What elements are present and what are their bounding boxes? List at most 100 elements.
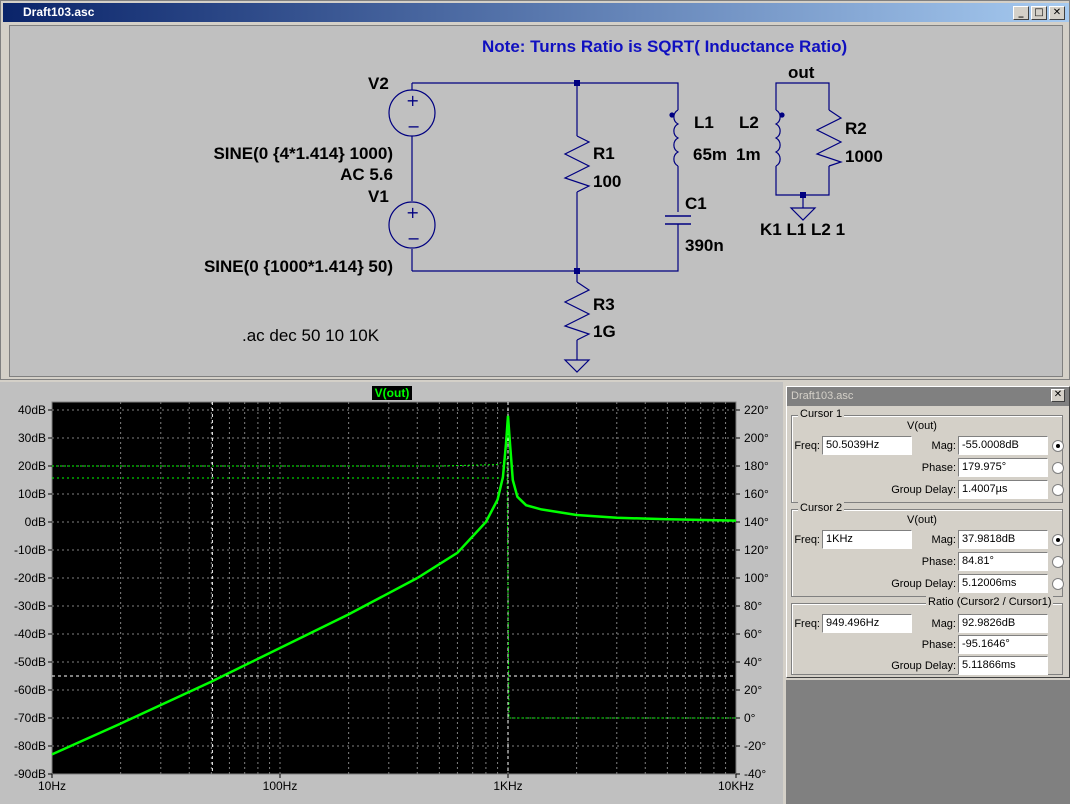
- cursor1-gd-radio[interactable]: [1052, 484, 1064, 496]
- left-tick-label: 10dB: [18, 487, 46, 501]
- r3-value[interactable]: 1G: [593, 322, 616, 341]
- svg-text:+: +: [406, 203, 419, 222]
- r2-value[interactable]: 1000: [845, 147, 883, 166]
- cursor2-mag-label: Mag:: [931, 534, 956, 546]
- right-tick-label: 160°: [744, 487, 769, 501]
- v1-name[interactable]: V1: [368, 187, 389, 206]
- cursor2-label: Cursor 2: [798, 502, 845, 514]
- l1-name[interactable]: L1: [694, 113, 714, 132]
- cursor1-phase-radio[interactable]: [1052, 462, 1064, 474]
- ratio-gd-field[interactable]: 5.11866ms: [958, 656, 1048, 675]
- cursor2-phase-label: Phase:: [921, 556, 956, 568]
- cursor2-freq-field[interactable]: 1KHz: [822, 530, 912, 549]
- c1-name[interactable]: C1: [685, 194, 707, 213]
- close-button[interactable]: ✕: [1049, 6, 1065, 20]
- v2-ac-value[interactable]: AC 5.6: [340, 165, 393, 184]
- note-text[interactable]: Note: Turns Ratio is SQRT( Inductance Ra…: [482, 37, 847, 56]
- cursor1-mag-radio[interactable]: [1052, 440, 1064, 452]
- ratio-phase-field[interactable]: -95.1646°: [958, 635, 1048, 654]
- left-tick-label: -60dB: [14, 683, 46, 697]
- ground-symbol: [563, 359, 591, 373]
- l2-value[interactable]: 1m: [736, 145, 761, 164]
- waveform-window[interactable]: 40dB 30dB 20dB 10dB 0dB -10dB -20dB -30dB -40dB -…: [0, 382, 783, 804]
- ratio-group: Ratio (Cursor2 / Cursor1) Freq: 949.496H…: [791, 596, 1063, 675]
- resistor-r2[interactable]: [815, 109, 843, 167]
- svg-text:−: −: [407, 229, 420, 248]
- left-tick-label: -70dB: [14, 711, 46, 725]
- cursor2-gd-radio[interactable]: [1052, 578, 1064, 590]
- cursor2-phase-field[interactable]: 84.81°: [958, 552, 1048, 571]
- right-tick-label: 220°: [744, 403, 769, 417]
- ratio-phase-label: Phase:: [921, 639, 956, 651]
- cursor1-trace: V(out): [907, 420, 937, 432]
- right-tick-label: 200°: [744, 431, 769, 445]
- right-tick-label: 100°: [744, 571, 769, 585]
- cursor1-mag-field[interactable]: -55.0008dB: [958, 436, 1048, 455]
- r2-name[interactable]: R2: [845, 119, 867, 138]
- r1-name[interactable]: R1: [593, 144, 615, 163]
- waveform-plot[interactable]: 40dB 30dB 20dB 10dB 0dB -10dB -20dB -30dB -40dB -…: [0, 382, 783, 804]
- svg-text:−: −: [407, 117, 420, 136]
- capacitor-c1[interactable]: [665, 215, 691, 230]
- cursor1-freq-field[interactable]: 50.5039Hz: [822, 436, 912, 455]
- net-label-out[interactable]: out: [788, 63, 815, 82]
- v2-name[interactable]: V2: [368, 74, 389, 93]
- cursor2-trace: V(out): [907, 514, 937, 526]
- right-tick-label: 20°: [744, 683, 762, 697]
- cursor2-mag-radio[interactable]: [1052, 534, 1064, 546]
- cursor2-freq-label: Freq:: [794, 534, 820, 546]
- cursor1-gd-field[interactable]: 1.4007µs: [958, 480, 1048, 499]
- x-tick-label: 10Hz: [38, 779, 66, 793]
- schematic-title-bar[interactable]: Draft103.asc _ □ ✕: [3, 3, 1069, 22]
- right-tick-label: 0°: [744, 711, 756, 725]
- trace-label[interactable]: V(out): [375, 386, 410, 400]
- ratio-mag-field[interactable]: 92.9826dB: [958, 614, 1048, 633]
- left-tick-label: 20dB: [18, 459, 46, 473]
- r3-name[interactable]: R3: [593, 295, 615, 314]
- cursor1-phase-field[interactable]: 179.975°: [958, 458, 1048, 477]
- l1-value[interactable]: 65m: [693, 145, 727, 164]
- close-icon[interactable]: ✕: [1051, 389, 1065, 402]
- resistor-r1[interactable]: [563, 135, 591, 193]
- resistor-r3[interactable]: [563, 281, 591, 341]
- cursor2-gd-field[interactable]: 5.12006ms: [958, 574, 1048, 593]
- maximize-button[interactable]: □: [1031, 6, 1047, 20]
- ratio-freq-field[interactable]: 949.496Hz: [822, 614, 912, 633]
- coupling-directive[interactable]: K1 L1 L2 1: [760, 220, 845, 239]
- cursor1-gd-label: Group Delay:: [891, 484, 956, 496]
- schematic-canvas[interactable]: + − + − Note: Turns Ratio is SQRT(Induc…: [9, 25, 1063, 377]
- window-title: Draft103.asc: [23, 5, 95, 19]
- inductor-l2[interactable]: [774, 109, 785, 167]
- left-tick-label: -40dB: [14, 627, 46, 641]
- cursor1-label: Cursor 1: [798, 408, 845, 420]
- voltage-source-v2[interactable]: + −: [388, 89, 436, 137]
- v2-value[interactable]: SINE(0 {4*1.414} 1000): [213, 144, 393, 163]
- voltage-source-v1[interactable]: + −: [388, 201, 436, 249]
- ratio-mag-label: Mag:: [931, 618, 956, 630]
- cursor2-mag-field[interactable]: 37.9818dB: [958, 530, 1048, 549]
- cursor-dialog-title-bar[interactable]: Draft103.asc ✕: [787, 387, 1069, 406]
- cursor2-phase-radio[interactable]: [1052, 556, 1064, 568]
- spice-directive[interactable]: .ac dec 50 10 10K: [242, 326, 380, 345]
- v1-value[interactable]: SINE(0 {1000*1.414} 50): [204, 257, 393, 276]
- l2-name[interactable]: L2: [739, 113, 759, 132]
- right-tick-label: 40°: [744, 655, 762, 669]
- minimize-button[interactable]: _: [1013, 6, 1029, 20]
- right-tick-label: 180°: [744, 459, 769, 473]
- inductor-l1[interactable]: [669, 109, 680, 167]
- cursor2-gd-label: Group Delay:: [891, 578, 956, 590]
- cursor1-phase-label: Phase:: [921, 462, 956, 474]
- ratio-label: Ratio (Cursor2 / Cursor1): [926, 596, 1054, 608]
- left-tick-label: -20dB: [14, 571, 46, 585]
- cursor1-freq-label: Freq:: [794, 440, 820, 452]
- left-tick-label: -30dB: [14, 599, 46, 613]
- svg-text:+: +: [406, 91, 419, 110]
- r1-value[interactable]: 100: [593, 172, 621, 191]
- c1-value[interactable]: 390n: [685, 236, 724, 255]
- x-tick-label: 10KHz: [718, 779, 754, 793]
- left-tick-label: -50dB: [14, 655, 46, 669]
- ratio-gd-label: Group Delay:: [891, 660, 956, 672]
- cursor-dialog-title: Draft103.asc: [791, 390, 854, 402]
- left-tick-label: 40dB: [18, 403, 46, 417]
- left-tick-label: 0dB: [25, 515, 46, 529]
